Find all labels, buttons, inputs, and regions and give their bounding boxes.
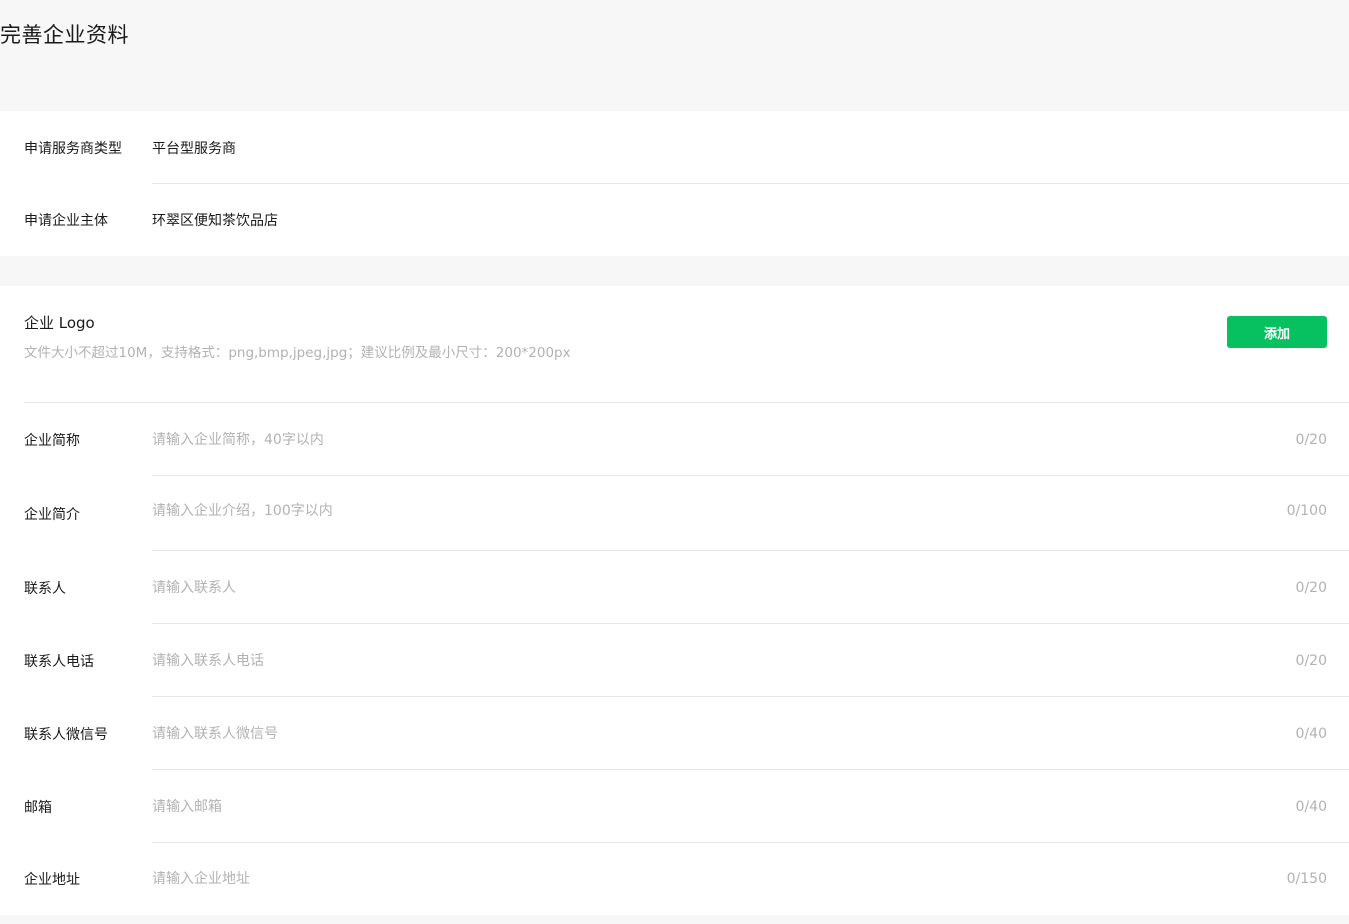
provider-type-value: 平台型服务商 [152,140,236,157]
address-row: 企业地址 0/150 [0,843,1349,915]
intro-label: 企业简介 [24,507,80,523]
phone-label: 联系人电话 [24,653,94,670]
add-logo-button[interactable]: 添加 [1227,316,1327,348]
wechat-row: 联系人微信号 0/40 [0,697,1349,770]
short-name-input[interactable] [152,424,1232,455]
logo-title: 企业 Logo [24,314,95,332]
intro-counter: 0/100 [1286,503,1327,519]
logo-hint: 文件大小不超过10M，支持格式：png,bmp,jpeg,jpg；建议比例及最小… [24,345,571,361]
entity-value: 环翠区便知茶饮品店 [152,213,278,229]
page-title: 完善企业资料 [0,23,129,47]
short-name-label: 企业简称 [24,432,80,449]
page-header: 完善企业资料 [0,0,1349,111]
logo-section: 企业 Logo 文件大小不超过10M，支持格式：png,bmp,jpeg,jpg… [0,286,1349,403]
contact-label: 联系人 [24,580,66,597]
intro-row: 企业简介 0/100 [0,476,1349,551]
address-input[interactable] [152,864,1232,894]
provider-type-row: 申请服务商类型 平台型服务商 [0,111,1349,184]
address-counter: 0/150 [1286,871,1327,887]
provider-type-label: 申请服务商类型 [24,140,122,157]
entity-label: 申请企业主体 [24,213,108,229]
email-row: 邮箱 0/40 [0,770,1349,843]
phone-input[interactable] [152,645,1232,676]
short-name-row: 企业简称 0/20 [0,403,1349,476]
short-name-counter: 0/20 [1295,431,1327,448]
application-info-card: 申请服务商类型 平台型服务商 申请企业主体 环翠区便知茶饮品店 [0,111,1349,256]
address-label: 企业地址 [24,872,80,888]
wechat-counter: 0/40 [1295,725,1327,742]
intro-input[interactable] [152,496,1232,526]
contact-counter: 0/20 [1295,579,1327,596]
contact-input[interactable] [152,572,1232,603]
contact-row: 联系人 0/20 [0,551,1349,624]
company-profile-card: 企业 Logo 文件大小不超过10M，支持格式：png,bmp,jpeg,jpg… [0,286,1349,915]
wechat-label: 联系人微信号 [24,726,108,743]
phone-counter: 0/20 [1295,652,1327,669]
email-input[interactable] [152,791,1232,822]
email-label: 邮箱 [24,799,52,816]
wechat-input[interactable] [152,718,1232,749]
entity-row: 申请企业主体 环翠区便知茶饮品店 [0,184,1349,256]
phone-row: 联系人电话 0/20 [0,624,1349,697]
email-counter: 0/40 [1295,798,1327,815]
